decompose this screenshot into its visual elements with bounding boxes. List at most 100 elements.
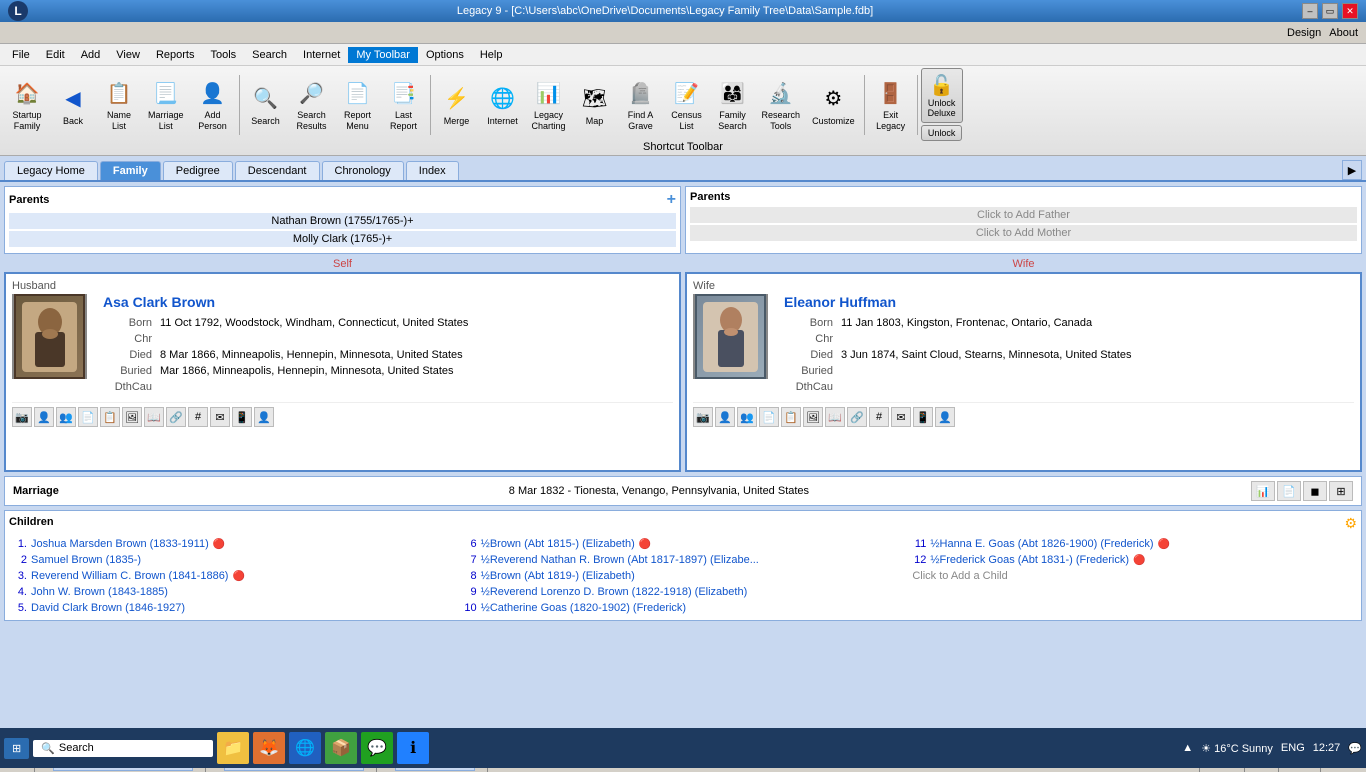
- husband-icon-3[interactable]: 👥: [56, 407, 76, 427]
- tab-descendant[interactable]: Descendant: [235, 161, 320, 180]
- menu-edit[interactable]: Edit: [38, 47, 73, 63]
- child-link-7[interactable]: ½Reverend Nathan R. Brown (Abt 1817-1897…: [481, 554, 759, 566]
- wife-icon-10[interactable]: ✉: [891, 407, 911, 427]
- toolbar-add-person[interactable]: 👤 AddPerson: [191, 74, 235, 135]
- husband-icon-1[interactable]: 📷: [12, 407, 32, 427]
- minimize-button[interactable]: –: [1302, 3, 1318, 19]
- husband-icon-11[interactable]: 📱: [232, 407, 252, 427]
- taskbar-search[interactable]: 🔍 Search: [33, 740, 213, 757]
- child-link-9[interactable]: ½Reverend Lorenzo D. Brown (1822-1918) (…: [481, 586, 748, 598]
- marriage-btn-4[interactable]: ⊞: [1329, 481, 1353, 501]
- husband-icon-8[interactable]: 🔗: [166, 407, 186, 427]
- toolbar-legacy-charting[interactable]: 📊 LegacyCharting: [527, 74, 571, 135]
- close-button[interactable]: ✕: [1342, 3, 1358, 19]
- wife-icon-7[interactable]: 📖: [825, 407, 845, 427]
- wife-photo[interactable]: [693, 294, 768, 379]
- child-link-11[interactable]: ½Hanna E. Goas (Abt 1826-1900) (Frederic…: [930, 538, 1153, 550]
- tab-legacy-home[interactable]: Legacy Home: [4, 161, 98, 180]
- tab-family[interactable]: Family: [100, 161, 161, 180]
- menu-options[interactable]: Options: [418, 47, 472, 63]
- wife-mother-placeholder[interactable]: Click to Add Mother: [690, 225, 1357, 241]
- toolbar-back[interactable]: ◀ Back: [51, 80, 95, 130]
- toolbar-find-a-grave[interactable]: 🪦 Find AGrave: [619, 74, 663, 135]
- toolbar-unlock[interactable]: Unlock: [921, 125, 963, 141]
- husband-icon-2[interactable]: 👤: [34, 407, 54, 427]
- restore-button[interactable]: ▭: [1322, 3, 1338, 19]
- menu-tools[interactable]: Tools: [202, 47, 244, 63]
- husband-name[interactable]: Asa Clark Brown: [103, 294, 215, 310]
- menu-internet[interactable]: Internet: [295, 47, 348, 63]
- toolbar-name-list[interactable]: 📋 NameList: [97, 74, 141, 135]
- wife-icon-11[interactable]: 📱: [913, 407, 933, 427]
- wife-icon-2[interactable]: 👤: [715, 407, 735, 427]
- taskbar-icon-6[interactable]: ℹ: [397, 732, 429, 764]
- husband-icon-4[interactable]: 📄: [78, 407, 98, 427]
- wife-icon-1[interactable]: 📷: [693, 407, 713, 427]
- toolbar-startup-family[interactable]: 🏠 StartupFamily: [5, 74, 49, 135]
- child-link-10[interactable]: ½Catherine Goas (1820-1902) (Frederick): [481, 602, 686, 614]
- husband-photo[interactable]: [12, 294, 87, 379]
- taskbar-icon-2[interactable]: 🦊: [253, 732, 285, 764]
- wife-icon-5[interactable]: 📋: [781, 407, 801, 427]
- toolbar-internet[interactable]: 🌐 Internet: [481, 80, 525, 130]
- menu-help[interactable]: Help: [472, 47, 511, 63]
- wife-icon-6[interactable]: 🖼: [803, 407, 823, 427]
- toolbar-search-results[interactable]: 🔎 SearchResults: [290, 74, 334, 135]
- husband-icon-5[interactable]: 📋: [100, 407, 120, 427]
- husband-icon-9[interactable]: #: [188, 407, 208, 427]
- about-label[interactable]: About: [1329, 27, 1358, 39]
- notification-icon[interactable]: 💬: [1348, 742, 1362, 755]
- toolbar-report-menu[interactable]: 📄 ReportMenu: [336, 74, 380, 135]
- menu-my-toolbar[interactable]: My Toolbar: [348, 47, 418, 63]
- tab-chronology[interactable]: Chronology: [322, 161, 404, 180]
- husband-icon-10[interactable]: ✉: [210, 407, 230, 427]
- toolbar-marriage-list[interactable]: 📃 MarriageList: [143, 74, 189, 135]
- taskbar-icon-3[interactable]: 🌐: [289, 732, 321, 764]
- child-link-3[interactable]: Reverend William C. Brown (1841-1886): [31, 570, 228, 582]
- toolbar-search[interactable]: 🔍 Search: [244, 80, 288, 130]
- marriage-btn-3[interactable]: ◼: [1303, 481, 1327, 501]
- toolbar-research-tools[interactable]: 🔬 ResearchTools: [757, 74, 806, 135]
- child-link-2[interactable]: Samuel Brown (1835-): [31, 554, 141, 566]
- menu-view[interactable]: View: [108, 47, 148, 63]
- wife-icon-8[interactable]: 🔗: [847, 407, 867, 427]
- wife-icon-4[interactable]: 📄: [759, 407, 779, 427]
- toolbar-census-list[interactable]: 📝 CensusList: [665, 74, 709, 135]
- rss-icon[interactable]: ⚙: [1344, 515, 1357, 532]
- add-child[interactable]: Click to Add a Child: [908, 568, 1357, 584]
- menu-file[interactable]: File: [4, 47, 38, 63]
- design-label[interactable]: Design: [1287, 27, 1321, 39]
- toolbar-customize[interactable]: ⚙ Customize: [807, 80, 860, 130]
- mother-name[interactable]: Molly Clark (1765-)+: [9, 231, 676, 247]
- wife-father-placeholder[interactable]: Click to Add Father: [690, 207, 1357, 223]
- husband-icon-7[interactable]: 📖: [144, 407, 164, 427]
- taskbar-icon-5[interactable]: 💬: [361, 732, 393, 764]
- wife-icon-3[interactable]: 👥: [737, 407, 757, 427]
- start-button[interactable]: ⊞: [4, 738, 29, 759]
- husband-icon-6[interactable]: 🖼: [122, 407, 142, 427]
- child-link-5[interactable]: David Clark Brown (1846-1927): [31, 602, 185, 614]
- add-parents-button[interactable]: +: [667, 191, 676, 209]
- child-link-1[interactable]: Joshua Marsden Brown (1833-1911): [31, 538, 209, 550]
- toolbar-unlock-deluxe[interactable]: 🔓 UnlockDeluxe: [921, 68, 963, 123]
- expand-tabs-button[interactable]: ▶: [1342, 160, 1362, 180]
- wife-name[interactable]: Eleanor Huffman: [784, 294, 896, 310]
- toolbar-exit-legacy[interactable]: 🚪 ExitLegacy: [869, 74, 913, 135]
- child-link-6[interactable]: ½Brown (Abt 1815-) (Elizabeth): [481, 538, 635, 550]
- husband-icon-12[interactable]: 👤: [254, 407, 274, 427]
- child-link-12[interactable]: ½Frederick Goas (Abt 1831-) (Frederick): [930, 554, 1129, 566]
- toolbar-merge[interactable]: ⚡ Merge: [435, 80, 479, 130]
- child-link-4[interactable]: John W. Brown (1843-1885): [31, 586, 168, 598]
- tab-pedigree[interactable]: Pedigree: [163, 161, 233, 180]
- toolbar-map[interactable]: 🗺 Map: [573, 80, 617, 130]
- marriage-btn-1[interactable]: 📊: [1251, 481, 1275, 501]
- wife-icon-9[interactable]: #: [869, 407, 889, 427]
- toolbar-last-report[interactable]: 📑 LastReport: [382, 74, 426, 135]
- tab-index[interactable]: Index: [406, 161, 459, 180]
- menu-search[interactable]: Search: [244, 47, 295, 63]
- menu-add[interactable]: Add: [73, 47, 109, 63]
- menu-reports[interactable]: Reports: [148, 47, 203, 63]
- child-link-8[interactable]: ½Brown (Abt 1819-) (Elizabeth): [481, 570, 635, 582]
- marriage-btn-2[interactable]: 📄: [1277, 481, 1301, 501]
- toolbar-family-search[interactable]: 👨‍👩‍👧 FamilySearch: [711, 74, 755, 135]
